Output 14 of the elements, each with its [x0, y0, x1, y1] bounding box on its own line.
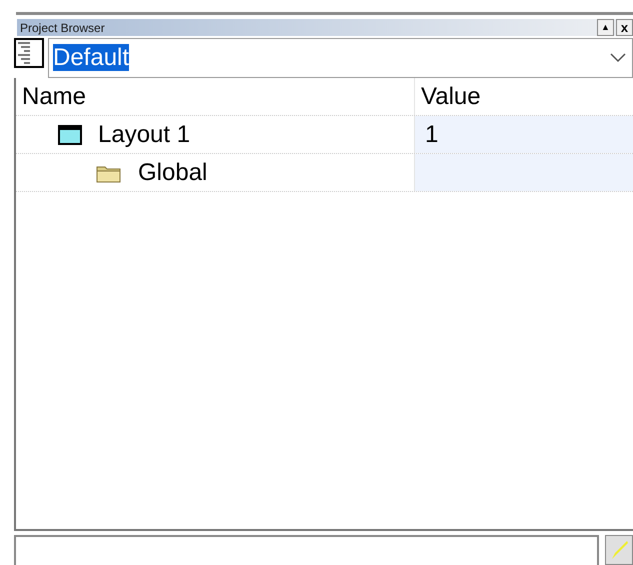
tree-item-label[interactable]: Global [138, 158, 208, 186]
tree-item-label[interactable]: Layout 1 [98, 120, 190, 148]
edit-button[interactable] [605, 535, 633, 565]
panel-title: Project Browser [19, 20, 106, 34]
value-cell: 1 [414, 116, 633, 153]
input-field[interactable] [14, 535, 599, 565]
view-dropdown[interactable]: Default [48, 38, 633, 78]
close-button[interactable]: x [616, 19, 633, 36]
column-header[interactable]: Name [16, 78, 414, 115]
chevron-down-icon [610, 53, 626, 63]
collapse-button[interactable]: ▲ [597, 19, 614, 36]
window-icon [58, 124, 82, 144]
column-header[interactable]: Value [414, 78, 633, 115]
tree-view-icon[interactable] [14, 38, 44, 68]
